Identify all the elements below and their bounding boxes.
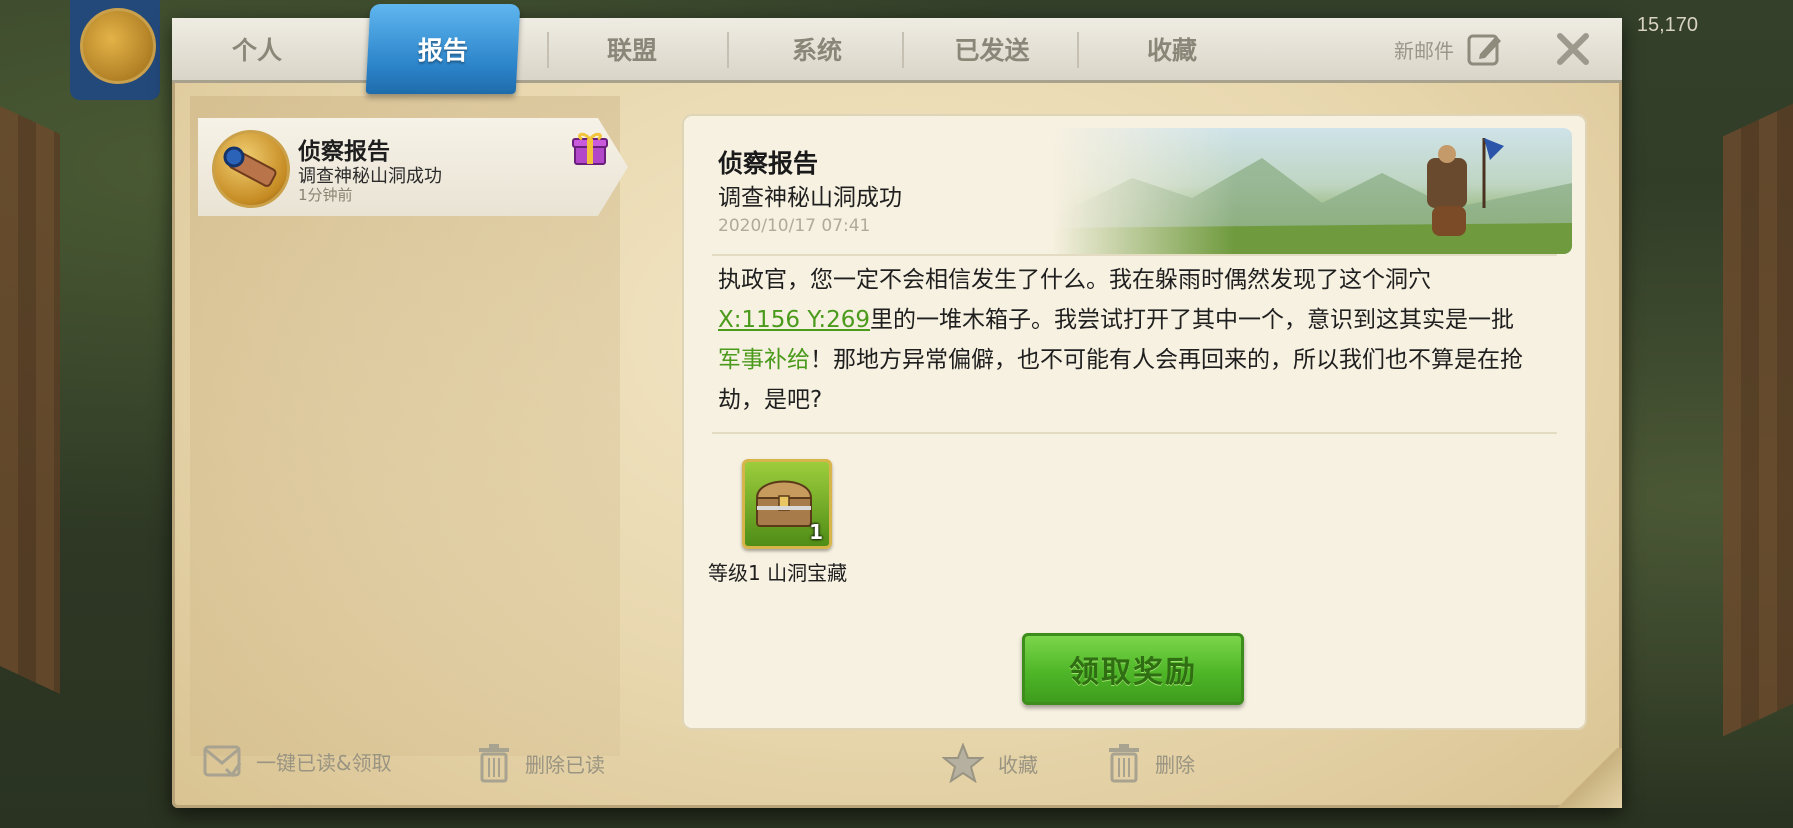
tab-divider: [727, 32, 729, 68]
delete-button[interactable]: 删除: [1107, 743, 1195, 783]
body-text-part: 里的一堆木箱子。我尝试打开了其中一个，意识到这其实是一批: [870, 307, 1514, 333]
tab-sent[interactable]: 已发送: [907, 18, 1077, 80]
reward-label: 等级1 山洞宝藏: [708, 561, 848, 585]
city-wall-right: [1723, 103, 1793, 737]
tab-favorites[interactable]: 收藏: [1082, 18, 1262, 80]
detail-divider: [712, 432, 1557, 434]
body-text-part: ！那地方异常偏僻，也不可能有人会再回来的，所以我们也不算是在抢劫，是吧?: [718, 347, 1523, 413]
tab-label: 系统: [791, 36, 842, 65]
highlight-text: 军事补给: [718, 347, 810, 373]
favorite-label: 收藏: [998, 752, 1038, 777]
detail-timestamp: 2020/10/17 07:41: [718, 216, 871, 236]
read-all-claim-button[interactable]: 一键已读&领取: [202, 743, 392, 779]
player-avatar[interactable]: [70, 0, 160, 100]
tab-label: 联盟: [606, 36, 657, 65]
scout-banner-image: [1052, 128, 1572, 254]
read-all-claim-label: 一键已读&领取: [256, 750, 392, 775]
tab-label: 收藏: [1146, 36, 1197, 65]
detail-body-text: 执政官，您一定不会相信发生了什么。我在躲雨时偶然发现了这个洞穴 X:1156 Y:…: [718, 260, 1558, 420]
trash-icon: [479, 744, 509, 783]
delete-read-button[interactable]: 删除已读: [477, 743, 605, 783]
tab-personal[interactable]: 个人: [182, 18, 332, 80]
compose-icon: [1467, 34, 1501, 66]
coordinates-link[interactable]: X:1156 Y:269: [718, 307, 870, 333]
detail-divider: [712, 254, 1557, 256]
tab-divider: [1077, 32, 1079, 68]
tab-system[interactable]: 系统: [732, 18, 902, 80]
new-mail-label: 新邮件: [1394, 38, 1454, 63]
mail-item-time: 1分钟前: [298, 186, 353, 204]
reward-item[interactable]: 1: [742, 459, 832, 549]
favorite-button[interactable]: 收藏: [942, 743, 1038, 783]
tab-label: 已发送: [954, 36, 1030, 65]
tab-divider: [902, 32, 904, 68]
mail-list-item[interactable]: 侦察报告 调查神秘山洞成功 1分钟前: [198, 118, 628, 216]
tab-label: 报告: [417, 36, 468, 65]
page-curl: [1552, 748, 1622, 808]
new-mail-button[interactable]: 新邮件: [1394, 30, 1504, 68]
tab-alliance[interactable]: 联盟: [552, 18, 712, 80]
claim-reward-button[interactable]: 领取奖励: [1022, 633, 1244, 705]
spyglass-icon: [212, 130, 290, 208]
tab-reports[interactable]: 报告: [365, 4, 521, 94]
detail-subtitle: 调查神秘山洞成功: [718, 185, 902, 211]
body-text-part: 执政官，您一定不会相信发生了什么。我在躲雨时偶然发现了这个洞穴: [718, 267, 1431, 293]
star-icon: [942, 743, 984, 783]
mail-detail: 侦察报告 调查神秘山洞成功 2020/10/17 07:41 执政官，您一定不会…: [682, 114, 1587, 730]
gift-icon: [572, 132, 608, 165]
avatar-face-icon: [80, 8, 156, 84]
city-wall-left: [0, 106, 60, 694]
tab-label: 个人: [231, 36, 282, 65]
mail-item-title: 侦察报告: [298, 139, 390, 165]
reward-count: 1: [809, 520, 823, 544]
close-icon[interactable]: [1552, 28, 1594, 70]
mail-check-icon: [203, 745, 242, 778]
delete-label: 删除: [1155, 752, 1195, 777]
power-value: 15,170: [1636, 14, 1698, 36]
tab-divider: [547, 32, 549, 68]
detail-title: 侦察报告: [718, 149, 819, 178]
mail-panel: 个人 联盟 系统 已发送 收藏 新邮件 报告 侦察报告 调查神秘山洞成功 1分钟…: [172, 4, 1622, 808]
delete-read-label: 删除已读: [525, 752, 605, 777]
trash-icon: [1109, 744, 1139, 783]
